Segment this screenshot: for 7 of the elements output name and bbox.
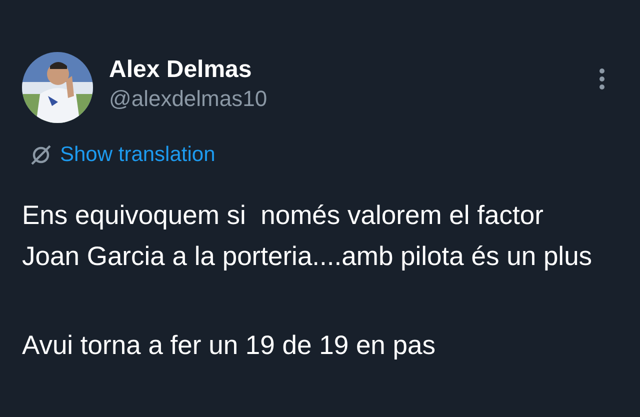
author-name: Alex Delmas	[109, 56, 253, 85]
translate-icon	[30, 144, 52, 166]
show-translation-link[interactable]: Show translation	[60, 139, 216, 170]
more-options-icon[interactable]	[598, 68, 606, 90]
author-handle: @alexdelmas10	[109, 84, 268, 113]
tweet-paragraph: Avui torna a fer un 19 de 19 en pas	[22, 328, 437, 362]
tweet-paragraph: Ens equivoquem si només valorem el factor Joan Garcia a la porteria....amb pilota és un plus	[22, 198, 594, 272]
